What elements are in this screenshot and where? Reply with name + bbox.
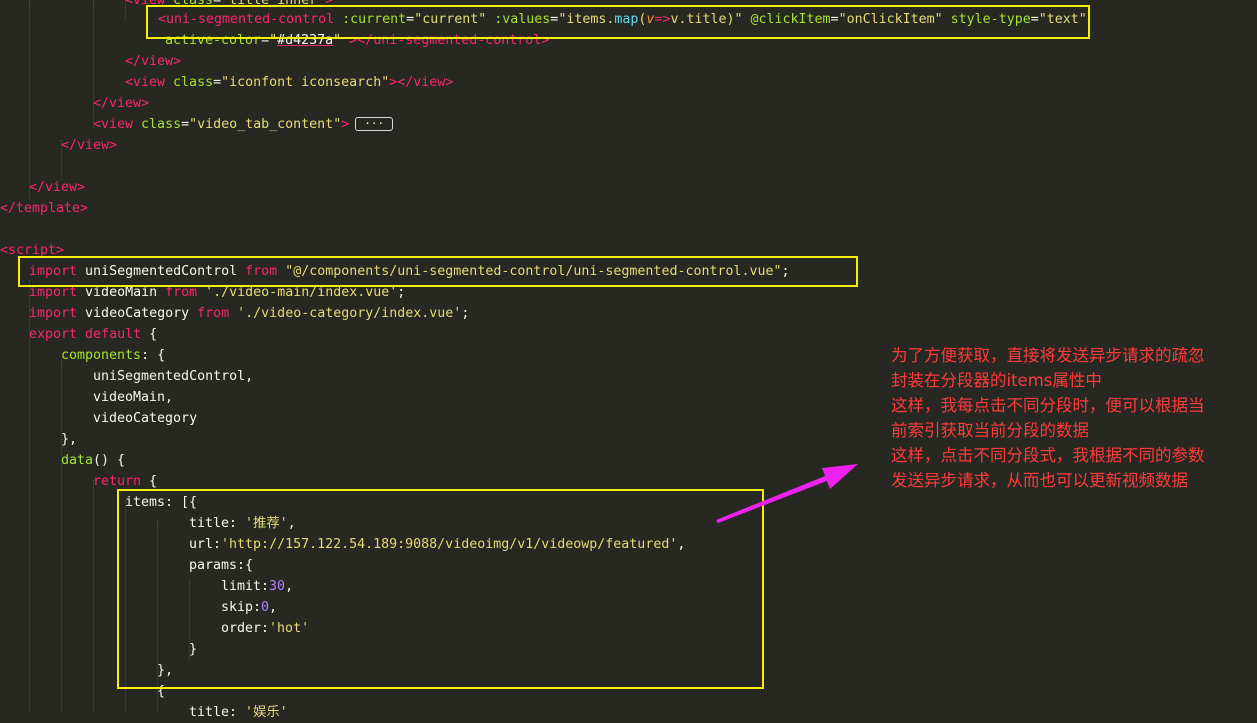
- annotation-line: 为了方便获取，直接将发送异步请求的疏忽: [891, 346, 1205, 365]
- annotation-line: 这样，点击不同分段式，我根据不同的参数: [891, 446, 1205, 465]
- arrow-shaft: [716, 474, 832, 523]
- arrow-head: [822, 464, 858, 489]
- annotation-line: 前索引获取当前分段的数据: [891, 421, 1089, 440]
- annotation-line: 封装在分段器的items属性中: [891, 371, 1102, 390]
- annotation-line: 这样，我每点击不同分段时，便可以根据当: [891, 396, 1205, 415]
- annotation-note: 为了方便获取，直接将发送异步请求的疏忽 封装在分段器的items属性中 这样，我…: [891, 343, 1251, 493]
- annotation-line: 发送异步请求，从而也可以更新视频数据: [891, 471, 1188, 490]
